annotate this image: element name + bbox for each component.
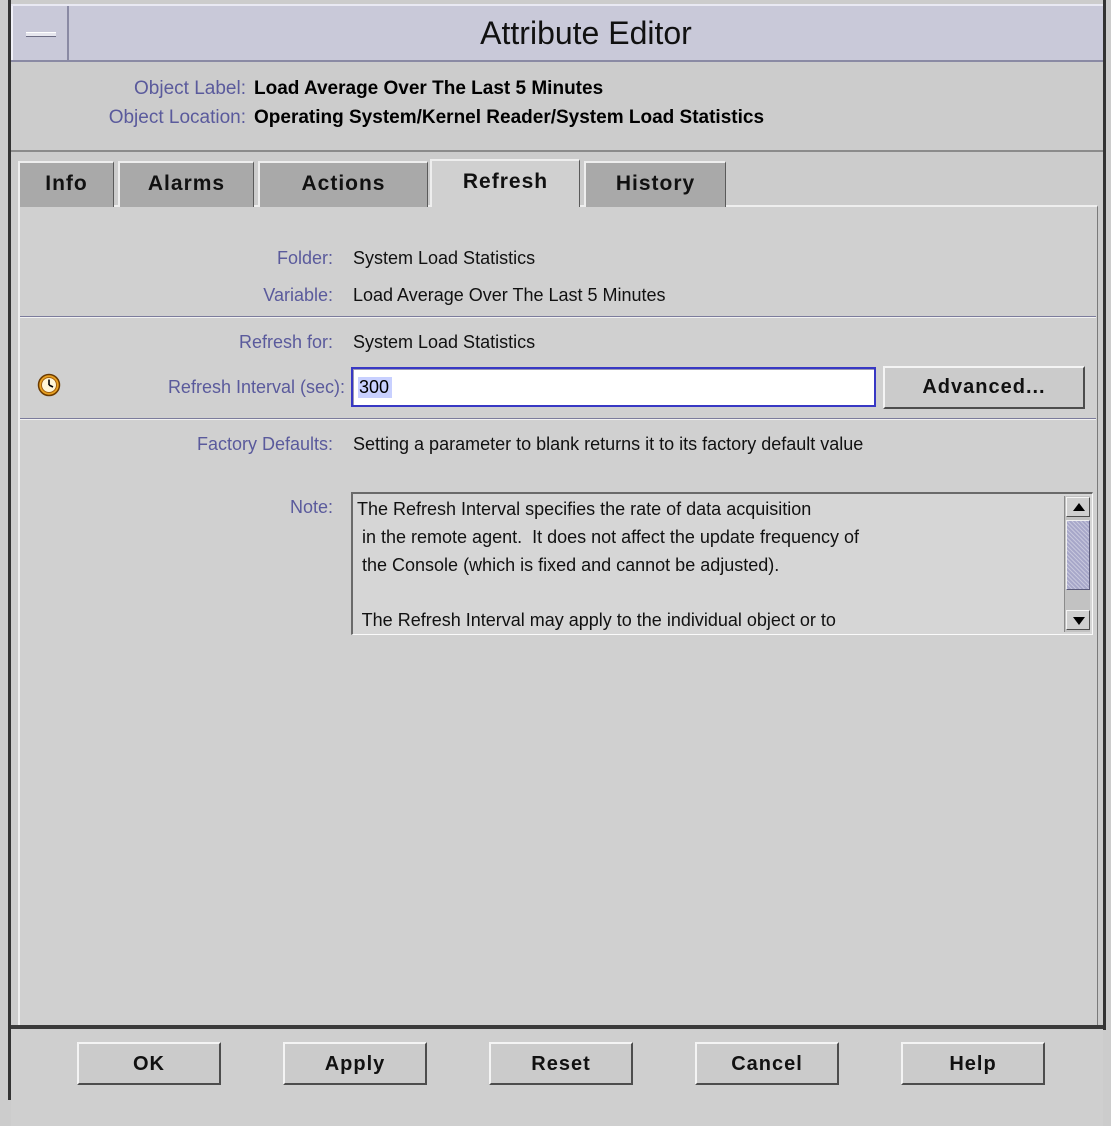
ok-button[interactable]: OK (77, 1042, 221, 1085)
separator (20, 316, 1096, 318)
factory-defaults-value: Setting a parameter to blank returns it … (353, 434, 864, 454)
window-right-border (1103, 0, 1106, 1030)
folder-label: Folder: (276, 248, 333, 268)
tab-frame-top-border (11, 150, 1103, 152)
help-button[interactable]: Help (901, 1042, 1045, 1085)
arrow-down-icon (1073, 617, 1085, 625)
apply-button[interactable]: Apply (283, 1042, 427, 1085)
object-label-key: Object Label: (134, 78, 246, 99)
arrow-up-icon (1073, 503, 1085, 511)
scroll-thumb[interactable] (1066, 520, 1090, 590)
window-left-border (8, 0, 11, 1100)
object-location-key: Object Location: (108, 107, 246, 128)
title-bar[interactable]: Attribute Editor (11, 4, 1103, 62)
note-textarea[interactable]: The Refresh Interval specifies the rate … (351, 492, 1093, 635)
variable-label: Variable: (263, 285, 333, 305)
tab-alarms[interactable]: Alarms (118, 161, 254, 207)
note-label: Note: (289, 497, 333, 517)
separator (20, 418, 1096, 420)
note-line: The Refresh Interval may apply to the in… (357, 610, 836, 630)
refresh-interval-label: Refresh Interval (sec): (167, 377, 345, 397)
refresh-for-value: System Load Statistics (353, 332, 536, 352)
clock-icon (37, 373, 61, 397)
refresh-interval-input[interactable]: 300 (351, 367, 876, 407)
advanced-button[interactable]: Advanced... (883, 366, 1085, 409)
note-line: the Console (which is fixed and cannot b… (357, 555, 780, 575)
attribute-editor-window: Attribute Editor Object Label: Load Aver… (0, 0, 1111, 1126)
folder-value: System Load Statistics (353, 248, 536, 268)
note-scrollbar[interactable] (1064, 496, 1090, 632)
refresh-for-label: Refresh for: (238, 332, 333, 352)
tab-history[interactable]: History (584, 161, 726, 207)
tab-info[interactable]: Info (18, 161, 114, 207)
object-label-value: Load Average Over The Last 5 Minutes (254, 78, 604, 99)
scroll-up-button[interactable] (1066, 497, 1090, 517)
variable-value: Load Average Over The Last 5 Minutes (353, 285, 666, 305)
factory-defaults-label: Factory Defaults: (196, 434, 333, 454)
tab-actions[interactable]: Actions (258, 161, 428, 207)
tab-refresh[interactable]: Refresh (430, 159, 580, 207)
note-line: The Refresh Interval specifies the rate … (357, 499, 812, 519)
object-location-value: Operating System/Kernel Reader/System Lo… (254, 107, 765, 128)
window-menu-button[interactable] (11, 6, 69, 60)
refresh-interval-value: 300 (358, 377, 393, 398)
cancel-button[interactable]: Cancel (695, 1042, 839, 1085)
reset-button[interactable]: Reset (489, 1042, 633, 1085)
scroll-down-button[interactable] (1066, 610, 1090, 630)
window-menu-icon (26, 32, 56, 37)
note-line: in the remote agent. It does not affect … (357, 527, 860, 547)
window-title: Attribute Editor (480, 15, 692, 51)
